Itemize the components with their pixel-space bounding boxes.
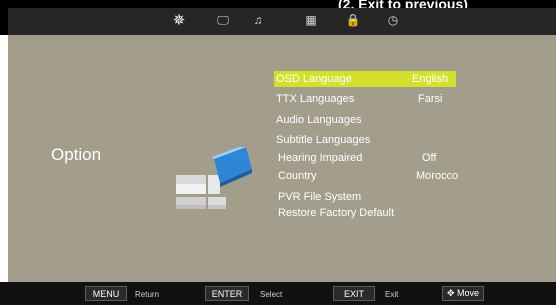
music-note-icon[interactable]: ♫ [249, 11, 267, 29]
menu-item-label: Subtitle Languages [276, 134, 371, 146]
menu-item-pvr-file-system[interactable]: PVR File System [274, 189, 456, 205]
menu-key-button[interactable]: MENU [85, 286, 127, 301]
menu-item-audio-languages[interactable]: Audio Languages [274, 112, 456, 128]
key-hint-bar: MENU Return ENTER Select EXIT Exit ✥ Mov… [0, 282, 556, 305]
category-tab-bar: ✵ 🖵 ♫ ▦ 🔒 ◷ [8, 8, 556, 35]
menu-item-hearing-impaired[interactable]: Hearing Impaired Off [274, 150, 456, 166]
clock-icon[interactable]: ◷ [384, 11, 402, 29]
exit-key-button[interactable]: EXIT [333, 286, 375, 301]
exit-key-description: Exit [385, 290, 399, 299]
menu-item-label: OSD Language [276, 73, 352, 85]
menu-item-osd-language[interactable]: OSD Language English [274, 71, 456, 87]
menu-item-value: Farsi [418, 93, 443, 105]
menu-key-description: Return [135, 290, 160, 299]
menu-item-label: TTX Languages [276, 93, 355, 105]
grid-icon[interactable]: ▦ [302, 11, 320, 29]
menu-item-restore-factory-default[interactable]: Restore Factory Default [274, 205, 456, 221]
option-tiles-icon [176, 147, 252, 209]
picture-settings-icon[interactable]: ✵ [170, 11, 188, 29]
menu-item-value: Off [422, 152, 437, 164]
move-key-button[interactable]: ✥ Move [442, 286, 484, 301]
menu-item-label: Country [278, 170, 317, 182]
menu-item-value: Morocco [416, 170, 459, 182]
menu-item-subtitle-languages[interactable]: Subtitle Languages [274, 132, 456, 148]
menu-item-label: Hearing Impaired [278, 152, 363, 164]
menu-item-ttx-languages[interactable]: TTX Languages Farsi [274, 91, 456, 107]
menu-item-label: PVR File System [278, 191, 362, 203]
display-icon[interactable]: 🖵 [214, 11, 232, 29]
lock-icon[interactable]: 🔒 [344, 11, 362, 29]
menu-item-country[interactable]: Country Morocco [274, 168, 464, 184]
enter-key-description: Select [260, 290, 283, 299]
panel-title: Option [51, 145, 102, 164]
menu-item-label: Audio Languages [276, 114, 362, 126]
menu-item-label: Restore Factory Default [278, 207, 395, 219]
menu-item-value: English [412, 73, 449, 85]
enter-key-button[interactable]: ENTER [205, 286, 249, 301]
